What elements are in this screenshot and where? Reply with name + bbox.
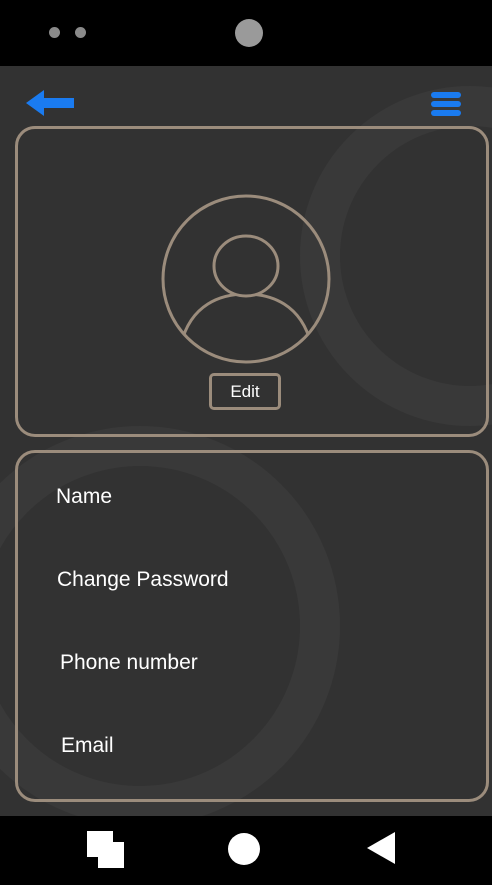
settings-item-phone-number[interactable]: Phone number	[60, 651, 198, 675]
hamburger-menu-icon	[431, 92, 461, 116]
recent-apps-icon	[87, 831, 124, 868]
settings-item-email[interactable]: Email	[61, 734, 114, 758]
profile-card: Edit	[15, 126, 489, 437]
home-button[interactable]	[227, 832, 261, 866]
menu-button[interactable]	[428, 90, 464, 118]
settings-item-name[interactable]: Name	[56, 485, 112, 509]
recent-apps-button[interactable]	[86, 830, 126, 870]
user-avatar-icon[interactable]	[161, 194, 331, 364]
back-button[interactable]	[24, 88, 78, 118]
system-back-button[interactable]	[366, 831, 396, 865]
edit-avatar-button[interactable]: Edit	[209, 373, 281, 410]
settings-card: Name Change Password Phone number Email	[15, 450, 489, 802]
phone-top-bezel	[0, 0, 492, 66]
front-camera-icon	[235, 19, 263, 47]
system-navigation-bar	[0, 816, 492, 885]
back-triangle-icon	[367, 832, 395, 864]
sensor-dot-icon	[49, 27, 60, 38]
sensor-dot-icon	[75, 27, 86, 38]
app-screen: Edit Name Change Password Phone number E…	[0, 66, 492, 816]
settings-item-change-password[interactable]: Change Password	[57, 568, 229, 592]
home-icon	[228, 833, 260, 865]
arrow-left-icon	[26, 90, 74, 116]
